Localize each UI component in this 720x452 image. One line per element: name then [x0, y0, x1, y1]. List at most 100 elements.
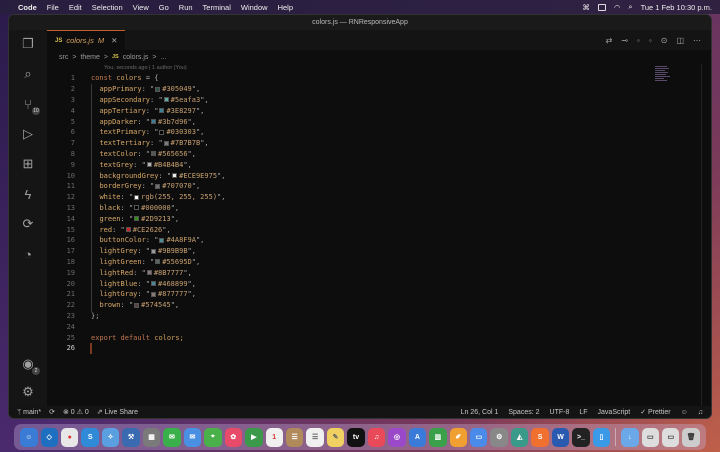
maps-icon[interactable]: ⌖ [204, 427, 222, 447]
menu-edit[interactable]: Edit [69, 3, 82, 12]
cursor-position[interactable]: Ln 26, Col 1 [461, 409, 499, 416]
apple-tv-icon[interactable]: tv [347, 427, 365, 447]
branch-indicator[interactable]: ᛘ main* [17, 409, 41, 416]
app-menu[interactable]: Code [18, 3, 37, 12]
code-editor[interactable]: You, seconds ago | 1 author (You) 1 cons… [47, 64, 711, 406]
color-swatch [172, 173, 178, 179]
android-studio-icon[interactable]: ◭ [510, 427, 529, 447]
finder-icon[interactable]: ☺ [20, 427, 38, 447]
facetime-icon[interactable]: ▶ [245, 427, 263, 447]
menu-run[interactable]: Run [179, 3, 193, 12]
control-center-icon[interactable]: ⌘ [582, 3, 590, 12]
vertical-scrollbar[interactable] [701, 64, 711, 406]
sublime-icon[interactable]: S [531, 427, 549, 447]
trash-icon[interactable]: 🗑 [682, 427, 700, 447]
search-icon[interactable]: ⌕ [20, 66, 36, 82]
breadcrumb-src[interactable]: src [59, 54, 68, 61]
remote-icon[interactable]: ⟳ [20, 216, 36, 232]
breadcrumb-more[interactable]: ... [161, 54, 167, 61]
more-actions-icon[interactable]: ⋯ [693, 36, 701, 45]
xcode-icon[interactable]: ⚒ [122, 427, 140, 447]
menu-selection[interactable]: Selection [92, 3, 123, 12]
lightning-icon[interactable]: ϟ [20, 186, 36, 202]
skype-icon[interactable]: S [81, 427, 99, 447]
extensions-icon[interactable]: ⊞ [20, 156, 36, 172]
sync-icon[interactable]: ⟳ [49, 408, 55, 416]
minimap[interactable] [655, 66, 671, 92]
numbers-icon[interactable]: ▥ [429, 427, 447, 447]
mail-icon[interactable]: ✉ [183, 427, 202, 447]
terminal-icon[interactable]: >_ [572, 427, 590, 447]
language-mode[interactable]: JavaScript [598, 409, 631, 416]
pages-icon[interactable]: ✐ [449, 427, 468, 447]
contacts-icon[interactable]: ☰ [285, 427, 304, 447]
document-icon[interactable]: ▭ [662, 427, 680, 447]
go-forward-icon[interactable]: ◦ [637, 36, 640, 45]
property-key: textPrimary [99, 128, 146, 137]
punctuation: : " [120, 301, 134, 310]
vscode-icon[interactable]: ◇ [40, 427, 58, 447]
menu-go[interactable]: Go [159, 3, 169, 12]
encoding[interactable]: UTF-8 [550, 409, 570, 416]
line-number: 9 [70, 160, 75, 169]
line-number: 7 [70, 139, 75, 148]
source-control-icon[interactable]: ⑂ 10 [20, 96, 40, 115]
close-icon[interactable]: ✕ [111, 36, 117, 45]
punctuation: ", [191, 85, 201, 94]
breadcrumb-theme[interactable]: theme [80, 54, 99, 61]
open-changes-icon[interactable]: ⇄ [606, 36, 613, 45]
simulator-icon[interactable]: ▯ [592, 427, 611, 447]
chrome-icon[interactable]: ● [60, 427, 79, 447]
compare-icon[interactable]: ◦ [649, 36, 652, 45]
menu-view[interactable]: View [133, 3, 149, 12]
line-number: 22 [66, 301, 75, 310]
indentation[interactable]: Spaces: 2 [508, 409, 539, 416]
document-icon[interactable]: ▭ [641, 427, 660, 447]
color-swatch [159, 129, 165, 135]
search-icon[interactable]: ⌕ [628, 2, 632, 12]
prettier-status[interactable]: ✓ Prettier [640, 408, 670, 416]
podcasts-icon[interactable]: ◎ [388, 427, 406, 447]
downloads-folder-icon[interactable]: ↓ [621, 427, 639, 447]
live-share-button[interactable]: ⇗ Live Share [97, 408, 138, 416]
wifi-icon[interactable]: ◠ [614, 3, 621, 12]
reminders-icon[interactable]: ☰ [306, 427, 324, 447]
property-value: #000000 [141, 203, 171, 212]
go-back-icon[interactable]: ⊸ [621, 36, 628, 45]
explorer-icon[interactable]: ❐ [20, 36, 36, 52]
system-preferences-icon[interactable]: ⚙ [490, 427, 508, 447]
problems-indicator[interactable]: ⊗ 0 ⚠ 0 [63, 408, 89, 416]
settings-gear-icon[interactable]: ⚙ [20, 384, 36, 400]
color-swatch [163, 140, 169, 146]
breadcrumb-file[interactable]: colors.js [123, 54, 149, 61]
app-store-icon[interactable]: A [408, 427, 427, 447]
music-icon[interactable]: ♫ [367, 427, 386, 447]
tab-colors-js[interactable]: JS colors.js M ✕ [47, 30, 126, 50]
line-number: 18 [66, 257, 75, 266]
line-number: 8 [70, 149, 75, 158]
code-line: 11 borderGrey: " #707070", [47, 181, 201, 192]
git-graph-icon[interactable]: ◔ [20, 246, 36, 262]
battery-icon[interactable] [597, 3, 606, 11]
toggle-icon[interactable]: ⊙ [661, 36, 668, 45]
messages-icon[interactable]: ✉ [163, 427, 181, 447]
keynote-icon[interactable]: ▭ [470, 427, 488, 447]
feedback-icon[interactable]: ☺ [681, 409, 688, 416]
menu-help[interactable]: Help [278, 3, 293, 12]
split-editor-icon[interactable]: ◫ [676, 36, 684, 45]
end-of-line[interactable]: LF [579, 409, 587, 416]
calendar-icon[interactable]: 1 [265, 427, 283, 447]
notes-icon[interactable]: ✎ [326, 427, 345, 447]
launchpad-icon[interactable]: ▦ [142, 427, 161, 447]
punctuation: : " [120, 193, 134, 202]
menu-window[interactable]: Window [241, 3, 268, 12]
menu-file[interactable]: File [47, 3, 59, 12]
notifications-icon[interactable]: ♫ [698, 409, 703, 416]
menu-terminal[interactable]: Terminal [203, 3, 231, 12]
photos-icon[interactable]: ✿ [224, 427, 243, 447]
accounts-icon[interactable]: ◉ 2 [20, 356, 40, 375]
word-icon[interactable]: W [551, 427, 570, 447]
safari-icon[interactable]: ✧ [101, 427, 120, 447]
clock[interactable]: Tue 1 Feb 10:30 p.m. [641, 3, 712, 12]
run-debug-icon[interactable]: ▷ [20, 126, 36, 142]
